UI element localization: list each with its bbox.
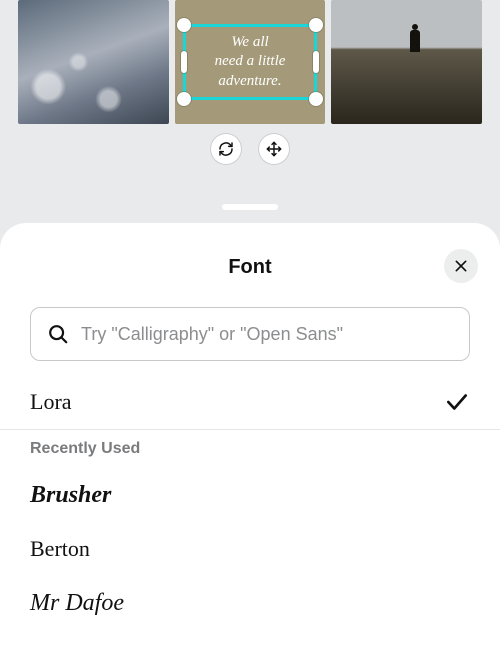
- close-icon: [453, 258, 469, 274]
- slide-hiker[interactable]: [331, 0, 482, 124]
- font-row[interactable]: Mr Dafoe: [30, 576, 470, 630]
- sheet-header: Font: [0, 247, 500, 287]
- font-row[interactable]: Berton: [30, 522, 470, 576]
- resize-handle-tr[interactable]: [309, 18, 323, 32]
- resize-handle-tl[interactable]: [177, 18, 191, 32]
- close-button[interactable]: [444, 249, 478, 283]
- slide-mountain[interactable]: [18, 0, 169, 124]
- search-input[interactable]: [81, 324, 453, 345]
- font-row[interactable]: Brusher: [30, 468, 470, 522]
- font-name-label: Mr Dafoe: [30, 590, 124, 617]
- resize-handle-right[interactable]: [313, 51, 319, 73]
- sheet-handle[interactable]: [222, 204, 278, 210]
- rotate-button[interactable]: [211, 134, 241, 164]
- font-name-label: Brusher: [30, 482, 111, 509]
- selected-text-box[interactable]: We all need a little adventure.: [186, 27, 314, 98]
- canvas-strip: We all need a little adventure.: [0, 0, 500, 124]
- resize-handle-left[interactable]: [181, 51, 187, 73]
- font-picker-sheet: Font Lora Recently Used Brusher Be: [0, 223, 500, 651]
- quote-text: We all need a little adventure.: [215, 34, 286, 89]
- font-name-label: Lora: [30, 389, 72, 415]
- search-icon: [47, 323, 69, 345]
- search-field[interactable]: [30, 307, 470, 361]
- move-button[interactable]: [259, 134, 289, 164]
- canvas-action-bar: [0, 134, 500, 164]
- hiker-silhouette: [410, 30, 420, 52]
- slide-quote[interactable]: We all need a little adventure.: [175, 0, 326, 124]
- move-icon: [266, 141, 282, 157]
- font-row-selected[interactable]: Lora: [30, 375, 470, 429]
- resize-handle-br[interactable]: [309, 92, 323, 106]
- sheet-drag-area[interactable]: [0, 204, 500, 210]
- font-name-label: Berton: [30, 536, 90, 562]
- check-icon: [444, 389, 470, 415]
- sheet-title: Font: [228, 256, 271, 279]
- resize-handle-bl[interactable]: [177, 92, 191, 106]
- rotate-icon: [218, 141, 234, 157]
- recently-used-label: Recently Used: [0, 430, 500, 468]
